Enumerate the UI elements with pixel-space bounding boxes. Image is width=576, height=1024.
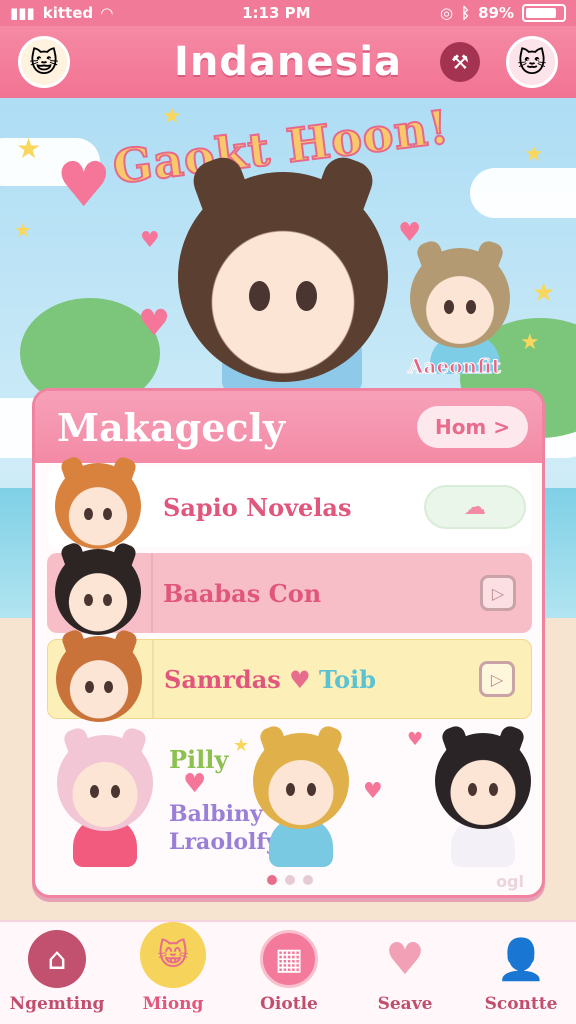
status-bar: ▮▮▮ kitted ◠ 1:13 PM ◎ ᛒ 89% [0,0,576,26]
gallery-character [253,724,349,829]
gallery-text: Balbiny [169,801,263,827]
main-character [178,152,388,382]
heart-icon: ♥ [56,148,112,221]
heart-icon: ♥ [385,933,425,985]
list-item-label: Baabas Con [163,578,322,608]
avatar [55,454,141,549]
bottom-nav: ⌂ Ngemting 😸 Miong ▦ Oiotle ♥ Seave 👤 Sc… [0,920,576,1024]
star-icon: ★ [162,104,182,129]
nav-item-home[interactable]: ⌂ Ngemting [2,930,112,1014]
character-label: Aaeonfit [408,354,502,379]
more-button[interactable]: Hom > [416,406,528,448]
avatar-icon: 😺 [29,45,59,79]
star-icon: ★ [14,218,32,242]
nav-item-oiotle[interactable]: ▦ Oiotle [234,930,344,1014]
signal-icon: ▮▮▮ [10,4,35,22]
nav-label: Scontte [484,994,558,1014]
main-panel: Makagecly Hom > Sapio Novelas ☁ Baabas C… [32,388,545,898]
nav-label: Ngemting [9,994,105,1014]
page-dot[interactable] [285,875,295,885]
play-icon: ▷ [491,583,505,603]
star-icon: ★ [16,132,42,165]
panel-header: Makagecly Hom > [35,391,542,463]
calendar-icon: ▦ [260,930,318,988]
divider [151,553,153,633]
cat-icon: 😸 [140,922,206,988]
gallery-character [435,724,531,829]
list-item-suffix: Toib [319,664,377,694]
battery-icon [522,4,566,22]
corner-mark: ogl [496,872,524,891]
user-icon: 👤 [496,936,546,983]
list-item-label: Sapio Novelas [163,492,352,522]
gallery-character [57,726,153,831]
tools-icon: ⚒ [451,50,469,74]
list-item[interactable]: Sapio Novelas ☁ [47,454,532,549]
carrier-label: kitted [42,4,94,22]
clock: 1:13 PM [242,4,311,22]
heart-icon: ♥ [398,218,422,248]
star-icon: ★ [524,142,544,167]
heart-icon: ♥ [138,303,171,344]
app-title: Indanesia [173,39,403,85]
star-icon: ★ [233,735,250,756]
nav-item-seave[interactable]: ♥ Seave [350,930,460,1015]
list-item[interactable]: Baabas Con ▷ [47,540,532,635]
star-icon: ★ [520,330,540,355]
bluetooth-icon: ᛒ [461,4,471,22]
avatar [56,627,142,722]
heart-icon: ♥ [140,228,160,253]
nav-label: Seave [377,994,433,1014]
heart-icon: ♥ [183,769,207,799]
location-icon: ◎ [439,4,454,22]
nav-item-miong[interactable]: 😸 Miong [118,922,228,1014]
page-dot[interactable] [303,875,313,885]
avatar-icon: 🐱 [517,45,547,79]
list-item-label: Samrdas ♥ Toib [164,664,377,694]
nav-item-scontte[interactable]: 👤 Scontte [466,930,576,1015]
page-dot[interactable] [267,875,277,885]
tools-button[interactable]: ⚒ [440,42,480,82]
nav-label: Oiotle [260,994,318,1014]
star-icon: ★ [532,278,556,308]
chat-pill-button[interactable]: ☁ [424,485,526,529]
app-header: 😺 Indanesia ⚒ 🐱 [0,26,576,98]
cloud [470,168,576,218]
play-icon: ▷ [490,669,504,689]
divider [152,640,154,718]
battery-percent: 89% [478,4,514,22]
panel-title: Makagecly [57,404,286,450]
wifi-icon: ◠ [101,4,113,22]
play-button[interactable]: ▷ [480,575,516,611]
nav-label: Miong [142,994,204,1014]
play-button[interactable]: ▷ [479,661,515,697]
profile-avatar-button[interactable]: 😺 [18,36,70,88]
list-item[interactable]: Samrdas ♥ Toib ▷ [47,627,532,722]
cloud-face-icon: ☁ [464,494,486,520]
avatar [55,540,141,635]
pagination-dots[interactable] [267,875,313,885]
side-character [410,238,510,348]
heart-icon: ♥ [363,779,383,804]
character-gallery[interactable]: Pilly ♥ Balbiny Lraololfy ♥ ♥ ★ [47,724,532,895]
home-icon: ⌂ [28,930,86,988]
user-avatar-button[interactable]: 🐱 [506,36,558,88]
heart-icon: ♥ [407,729,424,750]
heart-icon: ♥ [289,664,319,694]
gallery-text: Lraololfy [169,829,279,855]
